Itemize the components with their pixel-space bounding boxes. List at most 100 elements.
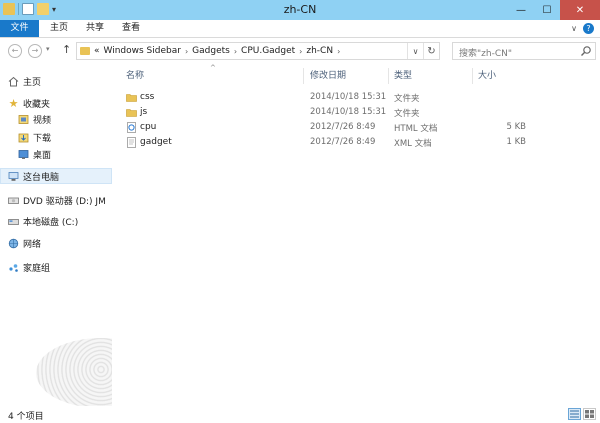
item-count: 4 个项目 — [8, 412, 44, 422]
nav-item-local-disk[interactable]: 本地磁盘 (C:) — [0, 214, 112, 228]
nav-item-label: 桌面 — [33, 150, 52, 161]
nav-item-label: 这台电脑 — [23, 172, 60, 183]
up-button[interactable]: ↑ — [62, 43, 71, 56]
nav-item-label: 收藏夹 — [23, 99, 51, 110]
title-bar: ▾ zh-CN — ☐ ✕ — [0, 0, 600, 20]
minimize-button[interactable]: — — [508, 0, 534, 20]
file-date: 2014/10/18 15:31 — [310, 92, 387, 102]
column-header-size[interactable]: 大小 — [478, 68, 538, 84]
file-row-gadget[interactable]: gadget 2012/7/26 8:49 XML 文档 1 KB — [112, 135, 600, 150]
file-name: js — [140, 107, 148, 117]
computer-icon — [8, 171, 19, 182]
file-row-js[interactable]: js 2014/10/18 15:31 文件夹 — [112, 105, 600, 120]
navigation-bar: ← → ▾ ↑ « Windows Sidebar › Gadgets › CP… — [0, 38, 600, 64]
folder-icon — [80, 47, 90, 55]
address-controls: ∨ ↻ — [407, 43, 439, 59]
breadcrumb-cpu-gadget[interactable]: CPU.Gadget — [241, 46, 295, 56]
refresh-icon[interactable]: ↻ — [423, 43, 439, 59]
expand-ribbon-icon[interactable]: ∨ — [571, 24, 577, 33]
column-divider[interactable] — [303, 68, 304, 84]
file-date: 2012/7/26 8:49 — [310, 122, 376, 132]
network-icon — [8, 238, 19, 249]
file-type: XML 文档 — [394, 139, 432, 149]
file-type: 文件夹 — [394, 109, 420, 119]
breadcrumb-separator[interactable]: › — [299, 47, 302, 56]
file-type: HTML 文档 — [394, 124, 438, 134]
nav-item-label: 本地磁盘 (C:) — [23, 217, 79, 228]
breadcrumb-separator[interactable]: › — [337, 47, 340, 56]
html-file-icon — [127, 122, 136, 133]
file-type: 文件夹 — [394, 94, 420, 104]
video-icon — [18, 114, 29, 125]
nav-item-network[interactable]: 网络 — [0, 236, 112, 250]
breadcrumb-gadgets[interactable]: Gadgets — [192, 46, 230, 56]
ribbon-tabs: 文件 主页 共享 查看 ∨ ? — [0, 20, 600, 38]
nav-item-label: 网络 — [23, 239, 42, 250]
home-icon — [8, 76, 19, 87]
search-input[interactable]: 搜索"zh-CN" — [459, 46, 512, 59]
details-view-icon[interactable] — [568, 408, 581, 420]
drive-icon — [8, 216, 19, 227]
file-list: ^ 名称 修改日期 类型 大小 css 2014/10/18 15:31 文件夹… — [112, 64, 600, 406]
help-icon[interactable]: ? — [583, 23, 594, 34]
nav-item-videos[interactable]: 视频 — [0, 112, 112, 126]
tab-share[interactable]: 共享 — [80, 20, 110, 37]
breadcrumb-overflow[interactable]: « — [94, 46, 100, 56]
nav-item-label: DVD 驱动器 (D:) JM — [23, 196, 106, 207]
close-button[interactable]: ✕ — [560, 0, 600, 20]
file-name: gadget — [140, 137, 172, 147]
homegroup-icon — [8, 262, 19, 273]
breadcrumb-separator[interactable]: › — [185, 47, 188, 56]
nav-item-homegroup[interactable]: 家庭组 — [0, 260, 112, 274]
nav-item-label: 下载 — [33, 133, 52, 144]
xml-file-icon — [127, 137, 136, 148]
column-header-type[interactable]: 类型 — [394, 68, 470, 84]
file-row-css[interactable]: css 2014/10/18 15:31 文件夹 — [112, 90, 600, 105]
tab-file[interactable]: 文件 — [0, 20, 39, 37]
column-divider[interactable] — [388, 68, 389, 84]
desktop-icon — [18, 149, 29, 160]
forward-button[interactable]: → — [28, 44, 42, 58]
file-name: css — [140, 92, 155, 102]
file-size: 5 KB — [506, 122, 526, 132]
search-box[interactable]: 搜索"zh-CN" — [452, 42, 596, 60]
folder-icon — [126, 94, 137, 102]
back-button[interactable]: ← — [8, 44, 22, 58]
file-size: 1 KB — [506, 137, 526, 147]
file-row-cpu[interactable]: cpu 2012/7/26 8:49 HTML 文档 5 KB — [112, 120, 600, 135]
tab-home[interactable]: 主页 — [44, 20, 74, 37]
breadcrumb-windows-sidebar[interactable]: Windows Sidebar — [104, 46, 181, 56]
view-switcher — [568, 408, 596, 420]
address-dropdown-icon[interactable]: ∨ — [407, 43, 423, 59]
download-icon — [18, 132, 29, 143]
column-header-date[interactable]: 修改日期 — [310, 68, 386, 84]
ribbon-right-controls: ∨ ? — [571, 23, 594, 34]
breadcrumb-separator[interactable]: › — [234, 47, 237, 56]
search-icon[interactable] — [580, 45, 592, 57]
nav-item-dvd-drive[interactable]: DVD 驱动器 (D:) JM — [0, 193, 112, 207]
recent-locations-icon[interactable]: ▾ — [46, 45, 50, 53]
column-header-name[interactable]: 名称 — [126, 68, 302, 84]
nav-item-home[interactable]: 主页 — [0, 74, 112, 88]
nav-item-label: 家庭组 — [23, 263, 51, 274]
nav-item-this-pc[interactable]: 这台电脑 — [0, 168, 112, 184]
file-name: cpu — [140, 122, 157, 132]
file-date: 2014/10/18 15:31 — [310, 107, 387, 117]
file-date: 2012/7/26 8:49 — [310, 137, 376, 147]
dvd-icon — [8, 195, 19, 206]
folder-icon — [126, 109, 137, 117]
nav-item-favorites[interactable]: ★ 收藏夹 — [0, 96, 112, 110]
column-divider[interactable] — [472, 68, 473, 84]
window-controls: — ☐ ✕ — [508, 0, 600, 20]
nav-item-label: 视频 — [33, 115, 52, 126]
large-icons-view-icon[interactable] — [583, 408, 596, 420]
nav-item-desktop[interactable]: 桌面 — [0, 147, 112, 161]
nav-item-downloads[interactable]: 下载 — [0, 130, 112, 144]
breadcrumb-zh-cn[interactable]: zh-CN — [306, 46, 333, 56]
address-bar[interactable]: « Windows Sidebar › Gadgets › CPU.Gadget… — [76, 42, 440, 60]
star-icon: ★ — [8, 96, 19, 110]
status-bar: 4 个项目 — [0, 406, 600, 423]
tab-view[interactable]: 查看 — [116, 20, 146, 37]
maximize-button[interactable]: ☐ — [534, 0, 560, 20]
nav-item-label: 主页 — [23, 77, 42, 88]
